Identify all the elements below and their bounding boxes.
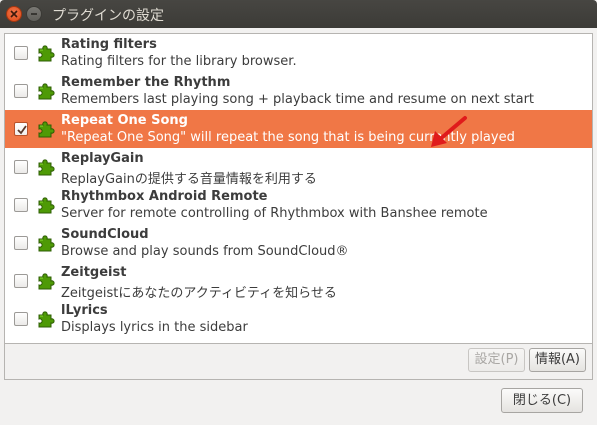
plugin-enable-checkbox[interactable] — [14, 274, 28, 288]
plugin-enable-checkbox[interactable] — [14, 312, 28, 326]
plugin-name: Zeitgeist — [61, 265, 127, 280]
plugin-row[interactable]: ReplayGain ReplayGainの提供する音量情報を利用する — [5, 148, 592, 187]
plugin-enable-checkbox[interactable] — [14, 160, 28, 174]
plugin-puzzle-icon — [38, 83, 55, 100]
plugin-name: ReplayGain — [61, 151, 144, 166]
plugin-puzzle-icon — [38, 235, 55, 252]
plugin-row[interactable]: Rating filters Rating filters for the lib… — [5, 34, 592, 72]
plugin-puzzle-icon — [38, 311, 55, 328]
plugin-enable-checkbox[interactable] — [14, 84, 28, 98]
plugin-puzzle-icon — [38, 159, 55, 176]
plugin-description: Server for remote controlling of Rhythmb… — [61, 206, 488, 221]
plugin-description: Browse and play sounds from SoundCloud® — [61, 244, 349, 259]
title-bar: プラグインの設定 — [0, 0, 597, 28]
close-button[interactable]: 閉じる(C) — [501, 388, 583, 413]
close-icon — [10, 10, 18, 18]
plugin-puzzle-icon — [38, 121, 55, 138]
plugin-enable-checkbox[interactable] — [14, 236, 28, 250]
plugin-row[interactable]: Rhythmbox Android Remote Server for remot… — [5, 186, 592, 224]
window-minimize-button[interactable] — [26, 6, 42, 22]
plugin-description: Remembers last playing song + playback t… — [61, 92, 535, 107]
plugin-list[interactable]: lLyrics Displays lyrics in the sidebar Zei… — [4, 33, 593, 344]
plugin-name: Remember the Rhythm — [61, 75, 231, 90]
plugin-enable-checkbox[interactable] — [14, 46, 28, 60]
plugin-row[interactable]: Zeitgeist Zeitgeistにあなたのアクティビティを知らせる — [5, 262, 592, 301]
plugin-name: SoundCloud — [61, 227, 149, 242]
plugin-actions-bar: 設定(P) 情報(A) — [4, 344, 593, 380]
plugin-name: Rhythmbox Android Remote — [61, 189, 268, 204]
minimize-icon — [31, 13, 37, 15]
plugin-row[interactable]: lLyrics Displays lyrics in the sidebar — [5, 300, 592, 338]
checkmark-icon — [17, 125, 27, 135]
plugin-description: Rating filters for the library browser. — [61, 54, 297, 69]
plugin-row[interactable]: Remember the Rhythm Remembers last playin… — [5, 72, 592, 110]
plugin-enable-checkbox[interactable] — [14, 198, 28, 212]
plugin-row[interactable]: SoundCloud Browse and play sounds from So… — [5, 224, 592, 262]
plugin-name: lLyrics — [61, 303, 108, 318]
plugin-row[interactable]: Repeat One Song "Repeat One Song" will re… — [5, 110, 592, 148]
plugin-description: Displays lyrics in the sidebar — [61, 320, 248, 335]
plugin-name: Repeat One Song — [61, 113, 188, 128]
plugin-enable-checkbox[interactable] — [14, 122, 28, 136]
window-title: プラグインの設定 — [52, 8, 164, 24]
plugin-description: Zeitgeistにあなたのアクティビティを知らせる — [61, 286, 337, 301]
plugin-name: Rating filters — [61, 37, 157, 52]
annotation-arrow-icon — [431, 116, 467, 147]
partially-visible-row: ・・・・・・・ — [61, 337, 152, 343]
info-button[interactable]: 情報(A) — [529, 348, 586, 372]
plugin-puzzle-icon — [38, 45, 55, 62]
plugin-description: ReplayGainの提供する音量情報を利用する — [61, 172, 317, 187]
plugin-puzzle-icon — [38, 197, 55, 214]
settings-button[interactable]: 設定(P) — [468, 348, 525, 372]
plugin-puzzle-icon — [38, 273, 55, 290]
window-close-button[interactable] — [6, 6, 22, 22]
